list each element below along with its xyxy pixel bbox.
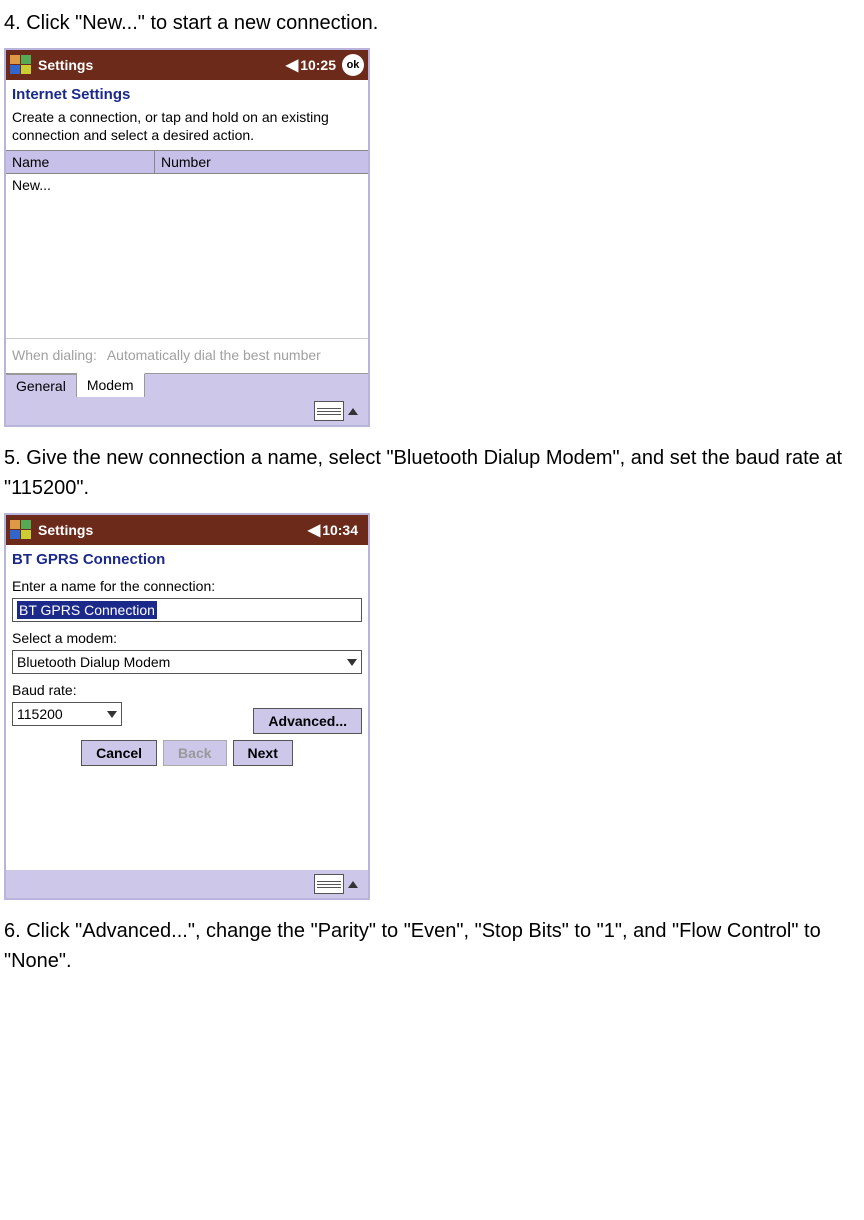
step-4-text: 4. Click "New..." to start a new connect… bbox=[4, 8, 860, 38]
baud-value: 115200 bbox=[17, 706, 63, 722]
modem-select[interactable]: Bluetooth Dialup Modem bbox=[12, 650, 362, 674]
connection-name-value: BT GPRS Connection bbox=[17, 601, 157, 619]
baud-label: Baud rate: bbox=[6, 676, 368, 700]
when-dialing-value: Automatically dial the best number bbox=[107, 347, 321, 363]
step-6-text: 6. Click "Advanced...", change the "Pari… bbox=[4, 916, 860, 976]
tab-modem[interactable]: Modem bbox=[77, 373, 145, 397]
volume-icon[interactable]: ◀ bbox=[308, 520, 320, 540]
screenshot-bt-gprs: Settings ◀ 10:34 BT GPRS Connection Ente… bbox=[4, 513, 370, 900]
start-icon[interactable] bbox=[10, 55, 32, 75]
volume-icon[interactable]: ◀ bbox=[286, 55, 298, 75]
window-title: Settings bbox=[38, 57, 286, 73]
connection-name-input[interactable]: BT GPRS Connection bbox=[12, 598, 362, 622]
advanced-button[interactable]: Advanced... bbox=[253, 708, 362, 734]
col-number[interactable]: Number bbox=[155, 151, 368, 173]
connections-list[interactable]: New... bbox=[6, 174, 368, 339]
modem-value: Bluetooth Dialup Modem bbox=[17, 654, 170, 670]
name-label: Enter a name for the connection: bbox=[6, 572, 368, 596]
page-heading: BT GPRS Connection bbox=[6, 545, 368, 572]
tabs: General Modem bbox=[6, 373, 368, 397]
col-name[interactable]: Name bbox=[6, 151, 155, 173]
step-5-text: 5. Give the new connection a name, selec… bbox=[4, 443, 860, 503]
page-heading: Internet Settings bbox=[6, 80, 368, 107]
keyboard-icon[interactable] bbox=[314, 401, 344, 421]
clock: 10:25 bbox=[300, 57, 336, 73]
cancel-button[interactable]: Cancel bbox=[81, 740, 157, 766]
clock: 10:34 bbox=[322, 522, 358, 538]
when-dialing-row: When dialing: Automatically dial the bes… bbox=[6, 339, 368, 373]
tab-general[interactable]: General bbox=[6, 374, 77, 397]
next-button[interactable]: Next bbox=[233, 740, 293, 766]
chevron-down-icon bbox=[347, 659, 357, 666]
window-title: Settings bbox=[38, 522, 308, 538]
when-dialing-label: When dialing: bbox=[12, 347, 97, 363]
input-panel-bar bbox=[6, 397, 368, 425]
baud-select[interactable]: 115200 bbox=[12, 702, 122, 726]
input-panel-bar bbox=[6, 870, 368, 898]
table-header: Name Number bbox=[6, 150, 368, 174]
back-button: Back bbox=[163, 740, 226, 766]
keyboard-icon[interactable] bbox=[314, 874, 344, 894]
chevron-down-icon bbox=[107, 711, 117, 718]
list-item-new[interactable]: New... bbox=[12, 176, 362, 194]
ok-button[interactable]: ok bbox=[342, 54, 364, 76]
titlebar: Settings ◀ 10:25 ok bbox=[6, 50, 368, 80]
start-icon[interactable] bbox=[10, 520, 32, 540]
input-method-caret-icon[interactable] bbox=[348, 408, 358, 415]
wizard-buttons: Cancel Back Next bbox=[6, 738, 368, 768]
page-description: Create a connection, or tap and hold on … bbox=[6, 107, 368, 150]
titlebar: Settings ◀ 10:34 bbox=[6, 515, 368, 545]
input-method-caret-icon[interactable] bbox=[348, 881, 358, 888]
screenshot-internet-settings: Settings ◀ 10:25 ok Internet Settings Cr… bbox=[4, 48, 370, 427]
modem-label: Select a modem: bbox=[6, 624, 368, 648]
